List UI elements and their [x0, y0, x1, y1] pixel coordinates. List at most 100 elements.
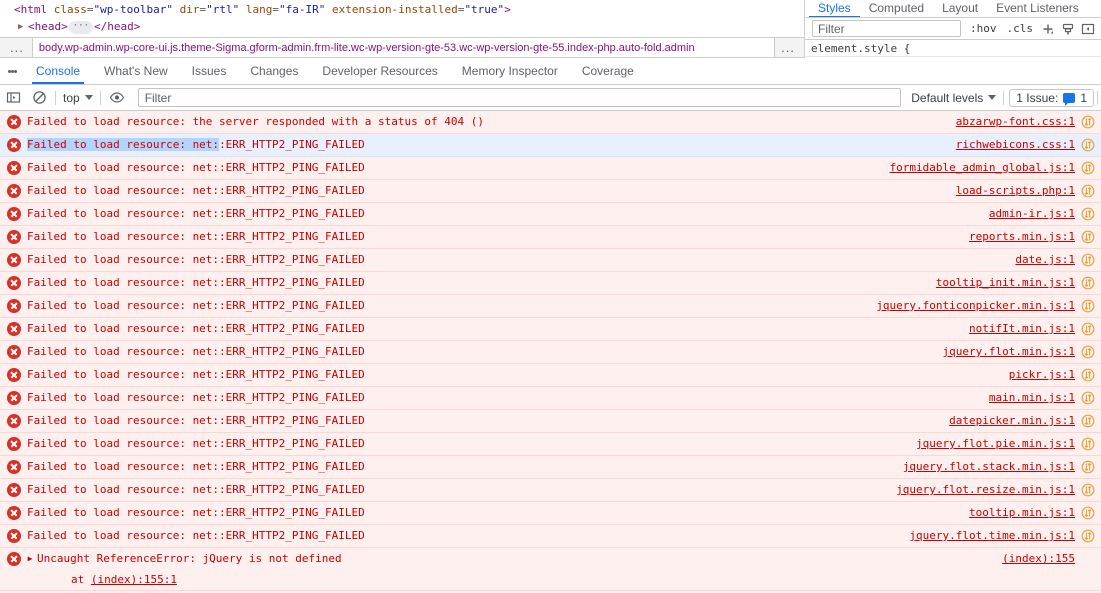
- network-request-icon[interactable]: [1081, 207, 1095, 221]
- stack-source-link[interactable]: (index):155:1: [91, 573, 177, 586]
- console-message-row[interactable]: Failed to load resource: net::ERR_HTTP2_…: [0, 456, 1101, 479]
- network-request-icon[interactable]: [1081, 230, 1095, 244]
- source-location-link[interactable]: formidable_admin_global.js:1: [890, 157, 1075, 179]
- network-request-icon[interactable]: [1081, 529, 1095, 543]
- console-message-row[interactable]: Failed to load resource: net::ERR_HTTP2_…: [0, 364, 1101, 387]
- source-location-link[interactable]: datepicker.min.js:1: [949, 410, 1075, 432]
- console-message-row[interactable]: Failed to load resource: net::ERR_HTTP2_…: [0, 410, 1101, 433]
- network-request-icon[interactable]: [1081, 161, 1095, 175]
- dom-node-head[interactable]: ▶ <head> ··· </head>: [0, 18, 804, 35]
- network-request-icon[interactable]: [1081, 138, 1095, 152]
- network-request-icon[interactable]: [1081, 483, 1095, 497]
- source-location-link[interactable]: main.min.js:1: [989, 387, 1075, 409]
- network-request-icon[interactable]: [1081, 345, 1095, 359]
- tab-coverage[interactable]: Coverage: [570, 58, 646, 84]
- collapsed-children-icon[interactable]: ···: [68, 21, 94, 34]
- console-message-row[interactable]: Failed to load resource: net::ERR_HTTP2_…: [0, 226, 1101, 249]
- console-message-row[interactable]: Failed to load resource: net::ERR_HTTP2_…: [0, 272, 1101, 295]
- styles-filter-input[interactable]: Filter: [812, 20, 961, 37]
- tab-layout[interactable]: Layout: [933, 0, 987, 17]
- source-location-link[interactable]: jquery.flot.time.min.js:1: [909, 525, 1075, 547]
- network-request-icon[interactable]: [1081, 368, 1095, 382]
- dom-tag-close: >: [504, 3, 511, 16]
- paintbrush-icon[interactable]: [1058, 20, 1078, 38]
- tab-issues[interactable]: Issues: [180, 58, 239, 84]
- live-expression-icon[interactable]: [104, 86, 130, 110]
- error-icon: [7, 230, 21, 244]
- source-location-link[interactable]: load-scripts.php:1: [956, 180, 1075, 202]
- network-request-icon[interactable]: [1081, 391, 1095, 405]
- console-message-text: Failed to load resource: net::ERR_HTTP2_…: [27, 368, 365, 381]
- network-request-icon[interactable]: [1081, 253, 1095, 267]
- tab-styles[interactable]: Styles: [809, 0, 860, 17]
- tab-developer-resources[interactable]: Developer Resources: [310, 58, 449, 84]
- console-message-row[interactable]: Failed to load resource: the server resp…: [0, 111, 1101, 134]
- source-location-link[interactable]: admin-ir.js:1: [989, 203, 1075, 225]
- console-message-row[interactable]: Failed to load resource: net::ERR_HTTP2_…: [0, 203, 1101, 226]
- plus-icon[interactable]: [1038, 20, 1058, 38]
- source-location-link[interactable]: (index):155: [1002, 548, 1075, 570]
- source-location-link[interactable]: tooltip_init.min.js:1: [936, 272, 1075, 294]
- expand-caret-icon[interactable]: ▶: [18, 19, 28, 36]
- console-message-row[interactable]: Failed to load resource: net::ERR_HTTP2_…: [0, 433, 1101, 456]
- hov-toggle[interactable]: :hov: [965, 22, 1002, 35]
- source-location-link[interactable]: jquery.flot.stack.min.js:1: [903, 456, 1075, 478]
- network-request-icon[interactable]: [1081, 276, 1095, 290]
- issues-status-badge[interactable]: 1 Issue: 1: [1009, 88, 1094, 107]
- console-message-row[interactable]: Failed to load resource: net::ERR_HTTP2_…: [0, 249, 1101, 272]
- breadcrumb-overflow-right[interactable]: ...: [775, 40, 804, 55]
- console-message-row[interactable]: Failed to load resource: net::ERR_HTTP2_…: [0, 318, 1101, 341]
- network-request-icon[interactable]: [1081, 322, 1095, 336]
- source-location-link[interactable]: jquery.flot.resize.min.js:1: [896, 479, 1075, 501]
- source-location-link[interactable]: reports.min.js:1: [969, 226, 1075, 248]
- network-request-icon[interactable]: [1081, 115, 1095, 129]
- console-message-row[interactable]: Failed to load resource: net::ERR_HTTP2_…: [0, 134, 1101, 157]
- console-message-row[interactable]: Failed to load resource: net::ERR_HTTP2_…: [0, 387, 1101, 410]
- console-message-list[interactable]: Failed to load resource: the server resp…: [0, 111, 1101, 593]
- expand-caret-icon[interactable]: ▶: [25, 548, 35, 570]
- console-message-row[interactable]: ▶Uncaught ReferenceError: jQuery is not …: [0, 548, 1101, 591]
- network-request-icon[interactable]: [1081, 437, 1095, 451]
- source-location-link[interactable]: jquery.flot.min.js:1: [943, 341, 1075, 363]
- kebab-menu-icon[interactable]: [0, 68, 24, 74]
- network-request-icon[interactable]: [1081, 184, 1095, 198]
- log-level-selector[interactable]: Default levels: [907, 91, 1000, 105]
- source-location-link[interactable]: date.js:1: [1015, 249, 1075, 271]
- breadcrumb-item-body[interactable]: body.wp-admin.wp-core-ui.js.theme-Sigma.…: [31, 38, 776, 57]
- tab-event-listeners[interactable]: Event Listeners: [987, 0, 1088, 17]
- console-filter-input[interactable]: Filter: [137, 88, 902, 107]
- cls-toggle[interactable]: .cls: [1002, 22, 1039, 35]
- clear-console-icon[interactable]: [26, 86, 52, 110]
- console-message-row[interactable]: Failed to load resource: net::ERR_HTTP2_…: [0, 525, 1101, 548]
- tab-whats-new[interactable]: What's New: [92, 58, 180, 84]
- source-location-link[interactable]: jquery.fonticonpicker.min.js:1: [876, 295, 1075, 317]
- source-location-link[interactable]: jquery.flot.pie.min.js:1: [916, 433, 1075, 455]
- network-request-icon[interactable]: [1081, 414, 1095, 428]
- tab-console[interactable]: Console: [24, 58, 92, 84]
- console-sidebar-icon[interactable]: [0, 86, 26, 110]
- execution-context-selector[interactable]: top: [59, 91, 97, 105]
- network-request-icon[interactable]: [1081, 506, 1095, 520]
- tab-changes[interactable]: Changes: [238, 58, 310, 84]
- element-style-rule[interactable]: element.style {: [805, 40, 1101, 57]
- tab-computed[interactable]: Computed: [860, 0, 933, 17]
- source-location-link[interactable]: tooltip.min.js:1: [969, 502, 1075, 524]
- dom-tree[interactable]: <html class="wp-toolbar" dir="rtl" lang=…: [0, 0, 804, 35]
- network-request-icon[interactable]: [1081, 460, 1095, 474]
- tab-memory-inspector[interactable]: Memory Inspector: [450, 58, 570, 84]
- dom-node-html[interactable]: <html class="wp-toolbar" dir="rtl" lang=…: [0, 1, 804, 18]
- source-location-link[interactable]: abzarwp-font.css:1: [956, 111, 1075, 133]
- console-message-row[interactable]: Failed to load resource: net::ERR_HTTP2_…: [0, 157, 1101, 180]
- panel-collapse-icon[interactable]: [1078, 20, 1098, 38]
- console-message-row[interactable]: Failed to load resource: net::ERR_HTTP2_…: [0, 180, 1101, 203]
- console-message-row[interactable]: Failed to load resource: net::ERR_HTTP2_…: [0, 502, 1101, 525]
- source-location-link[interactable]: richwebicons.css:1: [956, 134, 1075, 156]
- breadcrumb-overflow-left[interactable]: ...: [0, 40, 32, 55]
- console-message-row[interactable]: Failed to load resource: net::ERR_HTTP2_…: [0, 341, 1101, 364]
- network-request-icon[interactable]: [1081, 299, 1095, 313]
- source-location-link[interactable]: notifIt.min.js:1: [969, 318, 1075, 340]
- source-location-link[interactable]: pickr.js:1: [1009, 364, 1075, 386]
- console-message-row[interactable]: Failed to load resource: net::ERR_HTTP2_…: [0, 295, 1101, 318]
- console-message-row[interactable]: Failed to load resource: net::ERR_HTTP2_…: [0, 479, 1101, 502]
- dom-eq-1: =: [86, 3, 94, 16]
